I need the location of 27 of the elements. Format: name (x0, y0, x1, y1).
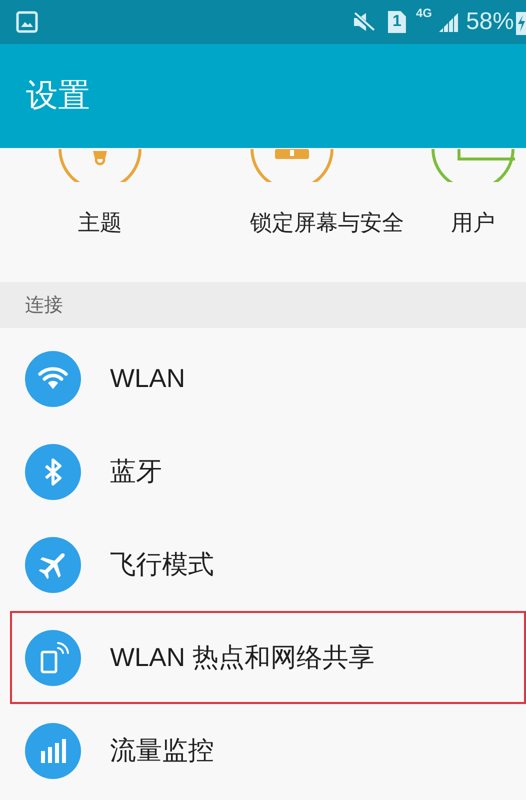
data-usage-icon (25, 722, 81, 778)
setting-label: WLAN 热点和网络共享 (110, 641, 374, 674)
signal-icon (438, 11, 460, 33)
screen-title: 设置 (26, 76, 90, 115)
shortcut-label[interactable]: 锁定屏幕与安全 (250, 208, 404, 238)
setting-row[interactable]: 流量监控 (10, 704, 526, 797)
battery-percent: 58% (466, 8, 514, 36)
setting-label: 蓝牙 (110, 455, 162, 488)
mute-icon (352, 11, 376, 33)
hotspot-icon (25, 630, 81, 686)
setting-label: 流量监控 (110, 734, 214, 767)
gallery-icon (16, 11, 38, 33)
bluetooth-icon (25, 444, 81, 500)
network-type: 4G (416, 6, 432, 20)
setting-row[interactable]: 飞行模式 (10, 518, 526, 611)
sim-icon: 1 (388, 11, 406, 33)
airplane-icon (25, 536, 81, 592)
setting-row[interactable]: WLAN (10, 332, 526, 425)
wifi-icon (25, 350, 81, 406)
setting-row[interactable]: 蓝牙 (10, 425, 526, 518)
shortcut-label[interactable]: 主题 (78, 208, 122, 238)
setting-label: 飞行模式 (110, 548, 214, 581)
section-title: 连接 (25, 294, 63, 318)
setting-label: WLAN (110, 363, 186, 394)
lock-icon (250, 148, 334, 182)
highlighted-setting-row[interactable]: WLAN 热点和网络共享 (10, 611, 526, 704)
shortcut-label[interactable]: 用户 (451, 208, 495, 238)
